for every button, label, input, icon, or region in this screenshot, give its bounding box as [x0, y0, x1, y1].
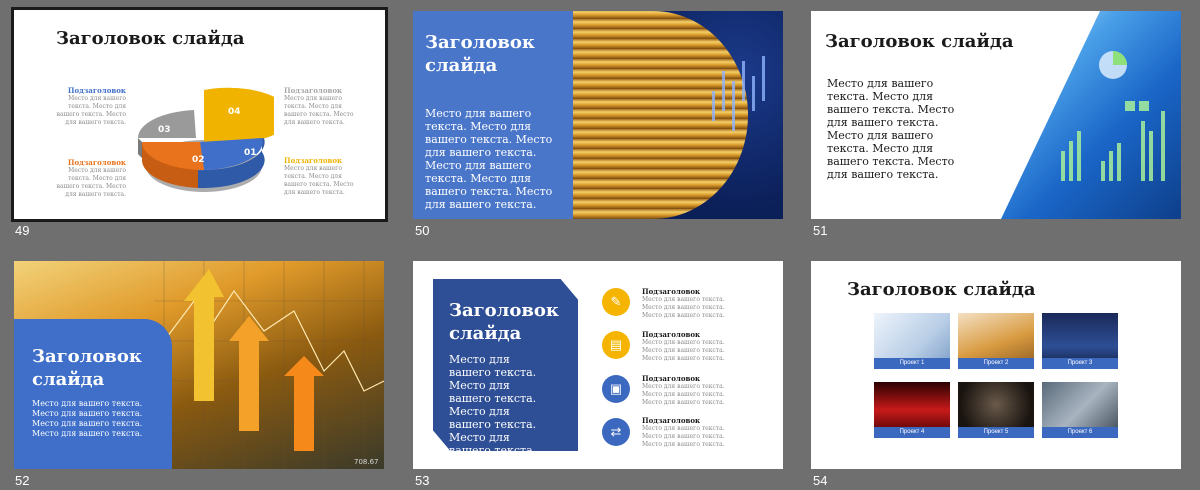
label-block-4: Подзаголовок Место для вашего текста. Ме…: [284, 156, 354, 197]
item-text: Место для вашего текста. Место для вашег…: [642, 383, 725, 406]
project-caption: Проект 4: [874, 427, 950, 438]
slide-title: Заголовок слайда: [449, 300, 559, 344]
slide-title: Заголовок слайда: [56, 28, 245, 49]
slide-number: 52: [15, 473, 30, 488]
pie-label: 04: [228, 107, 241, 117]
slide-thumbnail-53[interactable]: Заголовок слайда Место для вашего текста…: [413, 261, 783, 469]
slide-number: 49: [15, 223, 30, 238]
slide-thumbnail-50[interactable]: Заголовок слайда Место для вашего текста…: [413, 11, 783, 219]
slide-thumbnail-54[interactable]: Заголовок слайда Проект 1 Проект 2 Проек…: [811, 261, 1181, 469]
slide-body: Место для вашего текста. Место для вашег…: [449, 353, 537, 457]
slide-title: Заголовок слайда: [32, 346, 142, 390]
project-caption: Проект 5: [958, 427, 1034, 438]
label-heading: Подзаголовок: [67, 158, 126, 167]
slide-number: 53: [415, 473, 430, 488]
item-4: Подзаголовок Место для вашего текста. Ме…: [642, 416, 732, 449]
label-heading: Подзаголовок: [284, 156, 343, 165]
project-tile[interactable]: Проект 1: [874, 313, 950, 369]
project-caption: Проект 6: [1042, 427, 1118, 438]
item-heading: Подзаголовок: [642, 416, 701, 425]
label-block-3: Подзаголовок Место для вашего текста. Ме…: [56, 158, 126, 199]
item-1: Подзаголовок Место для вашего текста. Ме…: [642, 287, 732, 320]
project-tile[interactable]: Проект 3: [1042, 313, 1118, 369]
slide-thumbnail-52[interactable]: 708.67 Заголовок слайда Место для вашего…: [14, 261, 384, 469]
edit-icon: ✎: [602, 288, 630, 316]
project-tile[interactable]: Проект 5: [958, 382, 1034, 438]
refresh-icon: ⇄: [602, 418, 630, 446]
label-text: Место для вашего текста. Место для вашег…: [284, 95, 354, 126]
project-tile[interactable]: Проект 4: [874, 382, 950, 438]
slide-title: Заголовок слайда: [425, 32, 535, 76]
item-text: Место для вашего текста. Место для вашег…: [642, 296, 725, 319]
project-tile[interactable]: Проект 6: [1042, 382, 1118, 438]
label-text: Место для вашего текста. Место для вашег…: [56, 95, 126, 126]
item-3: Подзаголовок Место для вашего текста. Ме…: [642, 374, 732, 407]
briefcase-icon: ▣: [602, 375, 630, 403]
label-block-1: Подзаголовок Место для вашего текста. Ме…: [56, 86, 126, 127]
project-caption: Проект 2: [958, 358, 1034, 369]
coins-image: [558, 11, 783, 219]
slide-body: Место для вашего текста. Место для вашег…: [827, 77, 955, 181]
item-2: Подзаголовок Место для вашего текста. Ме…: [642, 330, 732, 363]
slide-number: 50: [415, 223, 430, 238]
pie-label: 03: [158, 125, 171, 135]
save-icon: ▤: [602, 331, 630, 359]
pie-chart-3d: 04 01 02 03: [137, 87, 274, 192]
slide-number: 54: [813, 473, 828, 488]
label-heading: Подзаголовок: [284, 86, 343, 95]
slide-body: Место для вашего текста. Место для вашег…: [425, 107, 553, 211]
analytics-image: [1001, 11, 1181, 219]
item-text: Место для вашего текста. Место для вашег…: [642, 425, 725, 448]
ticker-value: 708.67: [354, 458, 379, 466]
label-block-2: Подзаголовок Место для вашего текста. Ме…: [284, 86, 354, 127]
item-text: Место для вашего текста. Место для вашег…: [642, 339, 725, 362]
item-heading: Подзаголовок: [642, 374, 701, 383]
label-text: Место для вашего текста. Место для вашег…: [56, 167, 126, 198]
project-caption: Проект 1: [874, 358, 950, 369]
label-text: Место для вашего текста. Место для вашег…: [284, 165, 354, 196]
slide-thumbnail-51[interactable]: Заголовок слайда Место для вашего текста…: [811, 11, 1181, 219]
project-tile[interactable]: Проект 2: [958, 313, 1034, 369]
slide-title: Заголовок слайда: [847, 279, 1036, 300]
pie-label: 02: [192, 155, 205, 165]
item-heading: Подзаголовок: [642, 287, 701, 296]
project-caption: Проект 3: [1042, 358, 1118, 369]
slide-title: Заголовок слайда: [825, 31, 1014, 52]
label-heading: Подзаголовок: [67, 86, 126, 95]
slide-number: 51: [813, 223, 828, 238]
item-heading: Подзаголовок: [642, 330, 701, 339]
slide-thumbnail-49[interactable]: Заголовок слайда 04 01 02 03 Подзаголово…: [11, 7, 388, 222]
pie-label: 01: [244, 148, 257, 158]
slide-body: Место для вашего текста. Место для вашег…: [32, 399, 143, 438]
